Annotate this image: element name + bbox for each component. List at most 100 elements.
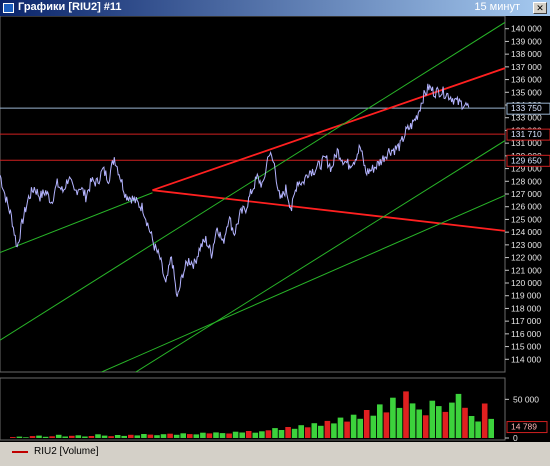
volume-bar xyxy=(42,436,49,438)
volume-bar xyxy=(82,436,88,438)
volume-bar xyxy=(95,434,101,438)
volume-bar xyxy=(69,435,75,438)
volume-bar xyxy=(252,432,259,438)
price-plot-frame xyxy=(0,16,506,373)
volume-bar xyxy=(114,435,121,438)
volume-bar xyxy=(468,416,475,438)
volume-bar xyxy=(481,403,488,438)
volume-bar xyxy=(285,427,291,438)
volume-bar xyxy=(206,433,213,438)
window-title: Графики [RIU2] #11 xyxy=(18,1,122,13)
volume-bar xyxy=(272,428,278,438)
volume-bar xyxy=(187,434,193,438)
volume-y-tick-label: 0 xyxy=(513,433,518,442)
volume-bar xyxy=(147,434,154,438)
volume-bar xyxy=(141,434,147,438)
volume-bar xyxy=(416,409,422,438)
volume-bar xyxy=(449,402,455,438)
legend-swatch xyxy=(12,451,28,453)
volume-bar xyxy=(324,420,331,438)
volume-bar xyxy=(337,417,344,438)
price-pane[interactable]: 140 000 139 000 138 000 137 000 136 000 135 0… xyxy=(0,16,550,417)
volume-bar xyxy=(383,412,390,438)
volume-bar xyxy=(390,397,396,438)
volume-bar xyxy=(278,430,285,438)
volume-bar xyxy=(488,418,494,438)
volume-bar xyxy=(396,407,403,438)
chart-canvas[interactable]: 140 000 139 000 138 000 137 000 136 000 135 0… xyxy=(0,16,550,442)
volume-pane[interactable]: 50 000 014 789 xyxy=(0,377,548,442)
volume-bar xyxy=(55,434,62,438)
volume-bar xyxy=(29,436,36,438)
volume-bar xyxy=(363,410,370,438)
price-level-label: 133 750 xyxy=(511,103,542,113)
volume-bar xyxy=(134,435,141,438)
window-titlebar: Графики [RIU2] #11 15 минут ✕ xyxy=(0,0,550,16)
volume-bar xyxy=(10,437,16,438)
volume-bar xyxy=(311,423,318,438)
y-tick-label: 117 000 xyxy=(511,316,541,326)
close-icon[interactable]: ✕ xyxy=(533,2,547,14)
y-tick-label: 120 000 xyxy=(511,278,542,288)
legend-bar: RIU2 [Volume] xyxy=(0,442,550,466)
volume-bar xyxy=(167,433,173,438)
volume-bar xyxy=(357,418,363,438)
y-tick-label: 115 000 xyxy=(511,342,541,352)
volume-bar xyxy=(304,427,311,438)
y-tick-label: 127 000 xyxy=(511,189,542,199)
y-tick-label: 124 000 xyxy=(511,227,542,237)
volume-bar xyxy=(318,425,324,438)
volume-current-label: 14 789 xyxy=(511,422,537,432)
volume-bar xyxy=(23,437,29,438)
volume-bar xyxy=(160,434,167,438)
y-tick-label: 140 000 xyxy=(511,24,542,34)
y-tick-label: 137 000 xyxy=(511,62,542,72)
y-tick-label: 128 000 xyxy=(511,176,542,186)
volume-bar xyxy=(350,414,357,438)
volume-bar xyxy=(259,431,265,438)
volume-bar xyxy=(101,435,108,438)
volume-bar xyxy=(422,415,429,438)
y-tick-label: 119 000 xyxy=(511,291,541,301)
volume-bar xyxy=(88,436,95,438)
volume-bar xyxy=(436,406,442,438)
y-tick-label: 136 000 xyxy=(511,75,542,85)
volume-bar xyxy=(475,421,481,438)
volume-bar xyxy=(298,425,304,438)
volume-bar xyxy=(213,432,219,438)
y-tick-label: 116 000 xyxy=(511,329,541,339)
price-level-label: 131 710 xyxy=(511,129,542,139)
volume-bar xyxy=(403,391,409,438)
volume-bar xyxy=(154,435,160,438)
y-tick-label: 114 000 xyxy=(511,354,541,364)
volume-bar xyxy=(232,431,239,438)
volume-bar xyxy=(442,411,449,438)
volume-bar xyxy=(62,436,68,438)
volume-bar xyxy=(128,434,134,438)
volume-bar xyxy=(409,403,416,438)
y-tick-label: 126 000 xyxy=(511,202,542,212)
volume-bar xyxy=(377,404,383,438)
volume-bar xyxy=(108,436,114,438)
volume-bar xyxy=(219,433,226,438)
volume-bar xyxy=(265,430,272,438)
volume-y-tick-label: 50 000 xyxy=(513,394,539,404)
y-tick-label: 121 000 xyxy=(511,265,542,275)
volume-bar xyxy=(291,428,298,438)
y-tick-label: 135 000 xyxy=(511,87,542,97)
volume-bar xyxy=(429,400,436,438)
y-tick-label: 138 000 xyxy=(511,49,542,59)
window-icon xyxy=(3,3,14,13)
y-tick-label: 123 000 xyxy=(511,240,542,250)
volume-bar xyxy=(49,436,55,438)
volume-bar xyxy=(455,393,462,438)
volume-bar xyxy=(75,435,82,438)
volume-bar xyxy=(331,423,337,438)
y-tick-label: 125 000 xyxy=(511,214,542,224)
volume-bar xyxy=(121,435,127,438)
volume-bar xyxy=(180,433,186,438)
y-tick-label: 122 000 xyxy=(511,253,542,263)
volume-bar xyxy=(344,421,350,438)
timeframe-label: 15 минут xyxy=(474,1,520,13)
volume-bar xyxy=(36,435,42,438)
